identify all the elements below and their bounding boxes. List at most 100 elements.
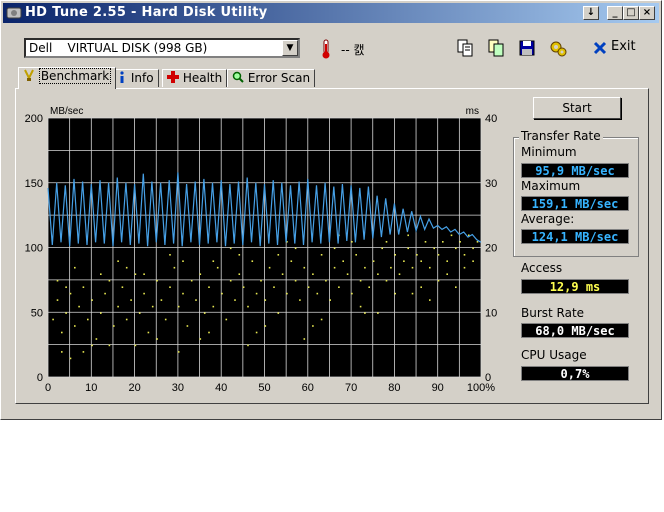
access-point (394, 292, 396, 295)
tab-error-scan-label: Error Scan (247, 71, 311, 85)
access-point (100, 273, 102, 275)
tab-info[interactable]: Info (112, 69, 159, 87)
access-point (273, 286, 275, 288)
drive-select-value: Dell VIRTUAL DISK (998 GB) (29, 41, 208, 55)
x-tick-label: 20 (128, 382, 140, 394)
access-point (294, 247, 297, 250)
access-point (459, 241, 461, 243)
access-point (208, 331, 210, 334)
access-point (472, 247, 474, 250)
access-point (108, 344, 111, 347)
access-point (199, 338, 202, 340)
options-gears-icon[interactable] (548, 38, 568, 58)
access-point (407, 247, 409, 250)
minimize-button[interactable]: _ (607, 6, 623, 20)
drive-select[interactable]: Dell VIRTUAL DISK (998 GB) ▼ (24, 38, 300, 58)
access-point (463, 266, 466, 269)
access-point (229, 247, 232, 250)
benchmark-icon (24, 69, 34, 81)
access-point (199, 273, 202, 275)
access-point (169, 286, 171, 288)
copy-screenshot-icon[interactable] (486, 38, 506, 58)
y2-tick-label: 40 (485, 113, 497, 125)
x-tick-label: 0 (45, 382, 51, 394)
access-point (195, 299, 197, 301)
close-button[interactable]: × (639, 6, 655, 20)
magnifier-icon (232, 71, 244, 83)
chevron-down-icon[interactable]: ▼ (282, 40, 298, 56)
hd-tune-icon (6, 7, 22, 19)
access-point (303, 266, 306, 269)
access-point (56, 299, 59, 301)
save-icon[interactable] (517, 38, 537, 58)
maximum-value: 159,1 MB/sec (521, 196, 629, 211)
access-point (121, 286, 124, 288)
access-point (173, 266, 176, 269)
access-point (221, 292, 223, 295)
access-point (463, 254, 466, 256)
access-point (286, 292, 288, 295)
access-point (333, 266, 336, 269)
tab-benchmark[interactable]: Benchmark (18, 67, 117, 89)
access-point (238, 273, 241, 275)
access-point (203, 312, 206, 314)
access-point (169, 254, 171, 256)
y2-tick-label: 30 (485, 178, 497, 190)
access-point (69, 357, 72, 360)
access-point (143, 292, 145, 295)
access-point (177, 351, 180, 353)
exit-x-icon[interactable] (593, 41, 607, 55)
access-point (277, 312, 280, 314)
access-point (134, 273, 137, 275)
access-point (108, 279, 111, 282)
access-point (255, 331, 258, 334)
access-point (65, 286, 67, 288)
access-point (446, 260, 448, 262)
info-icon (120, 71, 124, 83)
exit-button[interactable]: Exit (611, 39, 636, 54)
access-point (407, 234, 409, 237)
access-point (186, 325, 189, 327)
y-tick-label: 50 (31, 307, 43, 319)
access-value: 12,9 ms (521, 279, 629, 294)
copy-info-icon[interactable] (455, 38, 475, 58)
access-point (398, 273, 401, 275)
minimum-label: Minimum (521, 145, 577, 159)
title-bar[interactable]: HD Tune 2.55 - Hard Disk Utility ↓ _ □ × (3, 3, 659, 23)
access-point (160, 299, 163, 301)
access-point (212, 260, 215, 262)
benchmark-chart: 0501001502000102030400 10 20 30 40 50 60 70 80 90… (25, 106, 498, 394)
maximum-label: Maximum (521, 179, 581, 193)
access-label: Access (521, 261, 563, 275)
access-point (251, 260, 254, 262)
access-point (359, 305, 362, 308)
thermometer-icon (322, 39, 330, 59)
access-point (277, 254, 280, 256)
maximize-button[interactable]: □ (623, 6, 639, 20)
tab-health[interactable]: Health (162, 69, 228, 87)
average-label: Average: (521, 212, 575, 226)
access-point (264, 325, 267, 327)
burst-rate-value: 68,0 MB/sec (521, 323, 629, 338)
access-point (416, 254, 418, 256)
access-point (403, 260, 405, 262)
tab-health-label: Health (182, 71, 223, 85)
access-point (95, 338, 98, 340)
y2-tick-label: 10 (485, 307, 497, 319)
start-button[interactable]: Start (533, 97, 621, 119)
access-point (156, 338, 158, 340)
access-point (156, 279, 158, 282)
access-point (377, 273, 379, 275)
access-point (255, 292, 258, 295)
y2-axis-unit-label: ms (466, 106, 479, 117)
tab-error-scan[interactable]: Error Scan (227, 69, 316, 87)
access-point (437, 279, 440, 282)
health-cross-icon (167, 71, 179, 83)
access-point (61, 351, 63, 353)
x-tick-label: 40 (215, 382, 227, 394)
access-point (260, 279, 262, 282)
access-point (125, 318, 128, 321)
burst-rate-label: Burst Rate (521, 306, 585, 320)
down-arrow-button[interactable]: ↓ (583, 6, 599, 20)
access-point (125, 266, 128, 269)
